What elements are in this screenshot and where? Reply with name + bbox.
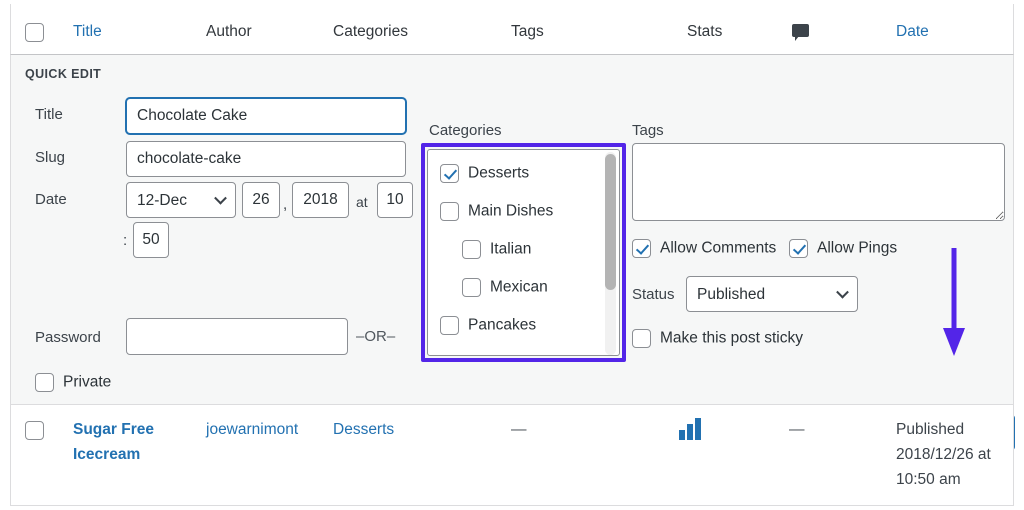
- column-header-categories[interactable]: Categories: [333, 23, 408, 41]
- bar-chart-icon[interactable]: [679, 418, 704, 440]
- column-header-tags[interactable]: Tags: [511, 23, 544, 41]
- date-at-text: at: [356, 194, 368, 210]
- category-label-mexican: Mexican: [490, 279, 548, 296]
- post-status-value: Published: [896, 417, 964, 442]
- column-header-title[interactable]: Title: [73, 23, 102, 41]
- allow-comments-checkbox[interactable]: [632, 239, 651, 258]
- category-label-desserts: Desserts: [468, 165, 529, 182]
- categories-scrollbar-thumb[interactable]: [605, 154, 616, 290]
- column-header-date[interactable]: Date: [896, 23, 929, 41]
- date-month-select[interactable]: 12-Dec: [126, 182, 236, 218]
- category-checkbox-pancakes[interactable]: [440, 316, 459, 335]
- slug-label: Slug: [35, 149, 65, 166]
- date-month-select-wrap: 12-Dec: [126, 182, 236, 218]
- row-select-checkbox[interactable]: [25, 421, 44, 440]
- allow-comments-row[interactable]: Allow Comments: [632, 239, 776, 258]
- categories-checklist[interactable]: Desserts Main Dishes Italian Mexican Pan…: [427, 149, 620, 356]
- title-input[interactable]: [126, 98, 406, 134]
- sticky-label: Make this post sticky: [660, 330, 803, 347]
- post-author-link[interactable]: joewarnimont: [206, 417, 306, 442]
- private-checkbox[interactable]: [35, 373, 54, 392]
- category-checkbox-italian[interactable]: [462, 240, 481, 259]
- password-or-separator: –OR–: [356, 328, 395, 345]
- column-header-author[interactable]: Author: [206, 23, 252, 41]
- allow-pings-checkbox[interactable]: [789, 239, 808, 258]
- allow-comments-label: Allow Comments: [660, 240, 776, 257]
- category-checkbox-main-dishes[interactable]: [440, 202, 459, 221]
- private-label: Private: [63, 374, 111, 391]
- post-categories-link[interactable]: Desserts: [333, 417, 394, 442]
- title-label: Title: [35, 106, 63, 123]
- tags-label: Tags: [632, 122, 664, 139]
- password-input[interactable]: [126, 318, 348, 355]
- allow-pings-label: Allow Pings: [817, 240, 897, 257]
- allow-pings-row[interactable]: Allow Pings: [789, 239, 897, 258]
- password-label: Password: [35, 329, 101, 346]
- quick-edit-panel: QUICK EDIT Title Slug Date 12-Dec , at :…: [10, 55, 1014, 404]
- date-year-input[interactable]: [292, 182, 349, 218]
- category-item-italian[interactable]: Italian: [462, 240, 531, 259]
- category-label-main-dishes: Main Dishes: [468, 203, 553, 220]
- category-item-desserts[interactable]: Desserts: [440, 164, 529, 183]
- time-colon: :: [123, 232, 127, 249]
- wordpress-posts-list-screen: Title Author Categories Tags Stats Date …: [0, 0, 1024, 510]
- sticky-row[interactable]: Make this post sticky: [632, 329, 803, 348]
- posts-table-header: Title Author Categories Tags Stats Date: [10, 4, 1014, 55]
- tags-textarea[interactable]: [632, 143, 1005, 221]
- status-select[interactable]: Published: [686, 276, 858, 312]
- status-select-wrap: Published: [686, 276, 858, 312]
- sticky-checkbox[interactable]: [632, 329, 651, 348]
- post-tags-value: —: [511, 417, 527, 442]
- category-label-italian: Italian: [490, 241, 531, 258]
- category-item-mexican[interactable]: Mexican: [462, 278, 548, 297]
- date-day-input[interactable]: [242, 182, 280, 218]
- post-list-row: Sugar Free Icecream joewarnimont Dessert…: [10, 404, 1014, 506]
- categories-label: Categories: [429, 122, 502, 139]
- select-all-checkbox[interactable]: [25, 23, 44, 42]
- quick-edit-heading: QUICK EDIT: [25, 67, 101, 81]
- post-title-link[interactable]: Sugar Free Icecream: [73, 417, 183, 467]
- category-label-pancakes: Pancakes: [468, 317, 536, 334]
- post-date-value: 2018/12/26 at 10:50 am: [896, 442, 1006, 492]
- column-header-stats[interactable]: Stats: [687, 23, 722, 41]
- date-comma: ,: [283, 196, 287, 213]
- date-hour-input[interactable]: [377, 182, 413, 218]
- comment-bubble-icon[interactable]: [792, 24, 809, 39]
- date-label: Date: [35, 191, 67, 208]
- annotation-arrow-icon: [940, 248, 968, 358]
- category-checkbox-mexican[interactable]: [462, 278, 481, 297]
- status-label: Status: [632, 286, 675, 303]
- private-checkbox-row[interactable]: Private: [35, 373, 111, 392]
- slug-input[interactable]: [126, 141, 406, 177]
- post-comments-value: —: [789, 417, 805, 442]
- category-checkbox-desserts[interactable]: [440, 164, 459, 183]
- category-item-pancakes[interactable]: Pancakes: [440, 316, 536, 335]
- date-minute-input[interactable]: [133, 222, 169, 258]
- category-item-main-dishes[interactable]: Main Dishes: [440, 202, 553, 221]
